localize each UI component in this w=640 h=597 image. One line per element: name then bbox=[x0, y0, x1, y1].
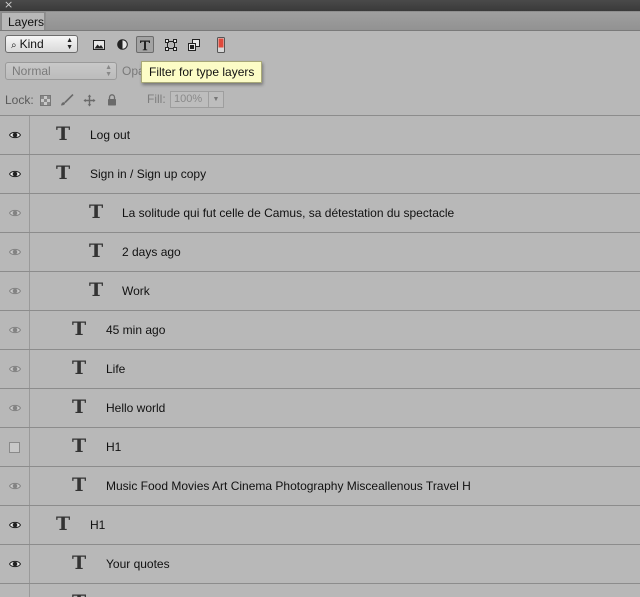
smart-object-filter-icon[interactable] bbox=[185, 36, 203, 53]
visibility-toggle[interactable] bbox=[0, 155, 30, 193]
select-arrows-icon: ▲ ▼ bbox=[105, 64, 112, 78]
visibility-toggle[interactable] bbox=[0, 428, 30, 466]
lock-transparent-icon[interactable] bbox=[38, 93, 52, 107]
filter-toggle-icon[interactable] bbox=[212, 36, 230, 53]
visibility-toggle[interactable] bbox=[0, 311, 30, 349]
type-layer-icon: T bbox=[89, 279, 104, 301]
layer-name[interactable]: Your quotes bbox=[106, 557, 170, 572]
lock-all-icon[interactable] bbox=[105, 93, 119, 107]
eye-icon bbox=[8, 365, 21, 373]
lock-label: Lock: bbox=[5, 93, 34, 107]
visibility-toggle[interactable] bbox=[0, 350, 30, 388]
type-layer-icon: T bbox=[72, 552, 87, 574]
eye-icon bbox=[8, 560, 21, 568]
shape-filter-icon[interactable] bbox=[162, 36, 180, 53]
visibility-toggle[interactable] bbox=[0, 233, 30, 271]
layer-name[interactable]: 2 days ago bbox=[122, 245, 181, 260]
visibility-toggle[interactable] bbox=[0, 194, 30, 232]
adjustment-filter-icon[interactable] bbox=[113, 36, 131, 53]
eye-icon bbox=[8, 248, 21, 256]
type-layer-icon: T bbox=[72, 435, 87, 457]
eye-icon bbox=[8, 287, 21, 295]
blend-row: Normal ▲ ▼ Opa bbox=[0, 58, 640, 84]
tooltip: Filter for type layers bbox=[141, 61, 263, 83]
filter-kind-select[interactable]: ⌕ Kind ▲ ▼ bbox=[5, 35, 78, 53]
search-icon: ⌕ bbox=[11, 40, 17, 51]
layer-row[interactable]: T Sign in / Sign up copy bbox=[0, 155, 640, 194]
visibility-toggle[interactable] bbox=[0, 116, 30, 154]
chevron-down-icon[interactable]: ▼ bbox=[208, 92, 223, 107]
filter-kind-label: Kind bbox=[19, 37, 44, 51]
eye-icon bbox=[8, 170, 21, 178]
layer-row[interactable]: T H1 bbox=[0, 428, 640, 467]
type-layer-icon: T bbox=[56, 162, 71, 184]
visibility-toggle[interactable] bbox=[0, 506, 30, 544]
fill-label: Fill: bbox=[147, 92, 166, 106]
tab-layers[interactable]: Layers bbox=[1, 12, 45, 30]
layer-row[interactable]: T La solitude qui fut celle de Camus, sa … bbox=[0, 194, 640, 233]
layer-row[interactable]: T Music Food Movies Art Cinema Photograph… bbox=[0, 467, 640, 506]
layer-name[interactable]: Work bbox=[122, 284, 150, 299]
tab-strip bbox=[46, 12, 640, 30]
layer-row[interactable]: T 2 days ago bbox=[0, 233, 640, 272]
type-layer-icon: T bbox=[56, 513, 71, 535]
visibility-toggle[interactable] bbox=[0, 272, 30, 310]
layers-list: T Log out T Sign in / Sign up copy T La solit… bbox=[0, 115, 640, 597]
select-arrows-icon: ▲ ▼ bbox=[66, 37, 73, 51]
eye-icon bbox=[8, 209, 21, 217]
eye-icon bbox=[8, 131, 21, 139]
layer-name[interactable]: Sign in / Sign up copy bbox=[90, 167, 206, 182]
lock-row: Lock: Fill: 100% ▼ bbox=[0, 86, 640, 114]
filter-row: ⌕ Kind ▲ ▼ bbox=[0, 31, 640, 58]
type-layer-icon: T bbox=[72, 318, 87, 340]
type-layer-icon: T bbox=[89, 201, 104, 223]
eye-icon bbox=[8, 404, 21, 412]
layer-name[interactable]: Hello world bbox=[106, 401, 165, 416]
type-layer-icon: T bbox=[72, 591, 86, 597]
visibility-toggle[interactable] bbox=[0, 389, 30, 427]
tab-row: Layers bbox=[0, 11, 640, 31]
layer-row[interactable]: T Hello world bbox=[0, 389, 640, 428]
visibility-toggle[interactable] bbox=[0, 467, 30, 505]
type-layer-icon: T bbox=[72, 396, 87, 418]
layer-row[interactable]: T H1 bbox=[0, 506, 640, 545]
layer-row[interactable]: T Log out bbox=[0, 116, 640, 155]
visibility-off-box bbox=[9, 441, 20, 453]
layer-row[interactable]: T Life bbox=[0, 350, 640, 389]
blend-mode-label: Normal bbox=[12, 64, 51, 78]
eye-icon bbox=[8, 521, 21, 529]
type-filter-icon[interactable] bbox=[136, 36, 154, 53]
lock-image-icon[interactable] bbox=[60, 93, 74, 107]
layer-name[interactable]: Log out bbox=[90, 128, 130, 143]
layer-name[interactable]: La solitude qui fut celle de Camus, sa d… bbox=[122, 206, 454, 221]
layer-name[interactable]: Life bbox=[106, 362, 125, 377]
layer-name[interactable]: H1 bbox=[90, 518, 105, 533]
layer-name[interactable]: 45 min ago bbox=[106, 323, 165, 338]
fill-value: 100% bbox=[174, 93, 203, 105]
layer-row[interactable]: T bbox=[0, 584, 640, 597]
fill-input[interactable]: 100% ▼ bbox=[170, 91, 224, 108]
close-icon[interactable]: × bbox=[4, 0, 13, 11]
layer-row[interactable]: T Your quotes bbox=[0, 545, 640, 584]
layers-panel: × Layers ⌕ Kind ▲ ▼ Normal ▲ ▼ Opa Filte… bbox=[0, 0, 640, 597]
visibility-toggle[interactable] bbox=[0, 545, 30, 583]
image-filter-icon[interactable] bbox=[90, 36, 108, 53]
type-layer-icon: T bbox=[89, 240, 104, 262]
visibility-toggle[interactable] bbox=[0, 584, 30, 597]
layer-name[interactable]: H1 bbox=[106, 440, 121, 455]
blend-mode-select[interactable]: Normal ▲ ▼ bbox=[5, 62, 117, 80]
layer-name[interactable]: Music Food Movies Art Cinema Photography… bbox=[106, 479, 471, 494]
layer-row[interactable]: T Work bbox=[0, 272, 640, 311]
eye-icon bbox=[8, 326, 21, 334]
panel-title-bar: × bbox=[0, 0, 640, 11]
type-layer-icon: T bbox=[56, 123, 71, 145]
eye-icon bbox=[8, 482, 21, 490]
type-layer-icon: T bbox=[72, 357, 87, 379]
type-layer-icon: T bbox=[72, 474, 87, 496]
lock-position-icon[interactable] bbox=[82, 93, 96, 107]
layer-row[interactable]: T 45 min ago bbox=[0, 311, 640, 350]
